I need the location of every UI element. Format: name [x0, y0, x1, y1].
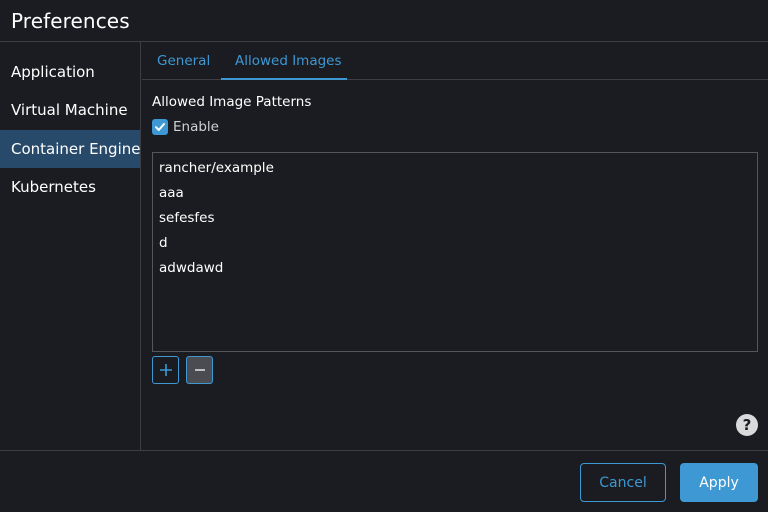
help-button[interactable]: ? [736, 414, 758, 436]
sidebar: Application Virtual Machine Container En… [0, 42, 141, 450]
pattern-item[interactable]: d [159, 232, 168, 254]
window-title: Preferences [11, 9, 130, 33]
enable-checkbox-row[interactable]: Enable [152, 118, 219, 136]
add-pattern-button[interactable] [152, 356, 179, 384]
title-bar: Preferences [0, 0, 768, 42]
remove-pattern-button[interactable] [186, 356, 213, 384]
pattern-item[interactable]: rancher/example [159, 157, 274, 179]
tab-bar: General Allowed Images [142, 42, 768, 80]
pattern-item[interactable]: adwdawd [159, 257, 223, 279]
enable-label: Enable [173, 119, 219, 135]
sidebar-item-container-engine[interactable]: Container Engine [0, 130, 140, 168]
apply-button[interactable]: Apply [680, 463, 758, 502]
question-icon: ? [742, 416, 752, 434]
enable-checkbox[interactable] [152, 119, 168, 135]
preferences-window: Preferences Application Virtual Machine … [0, 0, 768, 512]
allowed-images-panel: Allowed Image Patterns Enable rancher/ex… [142, 80, 768, 450]
sidebar-item-application[interactable]: Application [0, 53, 140, 91]
check-icon [155, 123, 165, 131]
section-label: Allowed Image Patterns [152, 94, 312, 110]
cancel-button[interactable]: Cancel [580, 463, 666, 502]
sidebar-item-virtual-machine[interactable]: Virtual Machine [0, 91, 140, 129]
patterns-list[interactable]: rancher/example aaa sefesfes d adwdawd [152, 152, 758, 352]
tab-general[interactable]: General [157, 42, 210, 80]
pattern-item[interactable]: sefesfes [159, 207, 215, 229]
minus-icon [194, 369, 205, 371]
sidebar-item-kubernetes[interactable]: Kubernetes [0, 168, 140, 206]
pattern-item[interactable]: aaa [159, 182, 184, 204]
tab-allowed-images[interactable]: Allowed Images [221, 42, 347, 80]
footer: Cancel Apply [0, 450, 768, 512]
plus-icon [159, 364, 172, 376]
